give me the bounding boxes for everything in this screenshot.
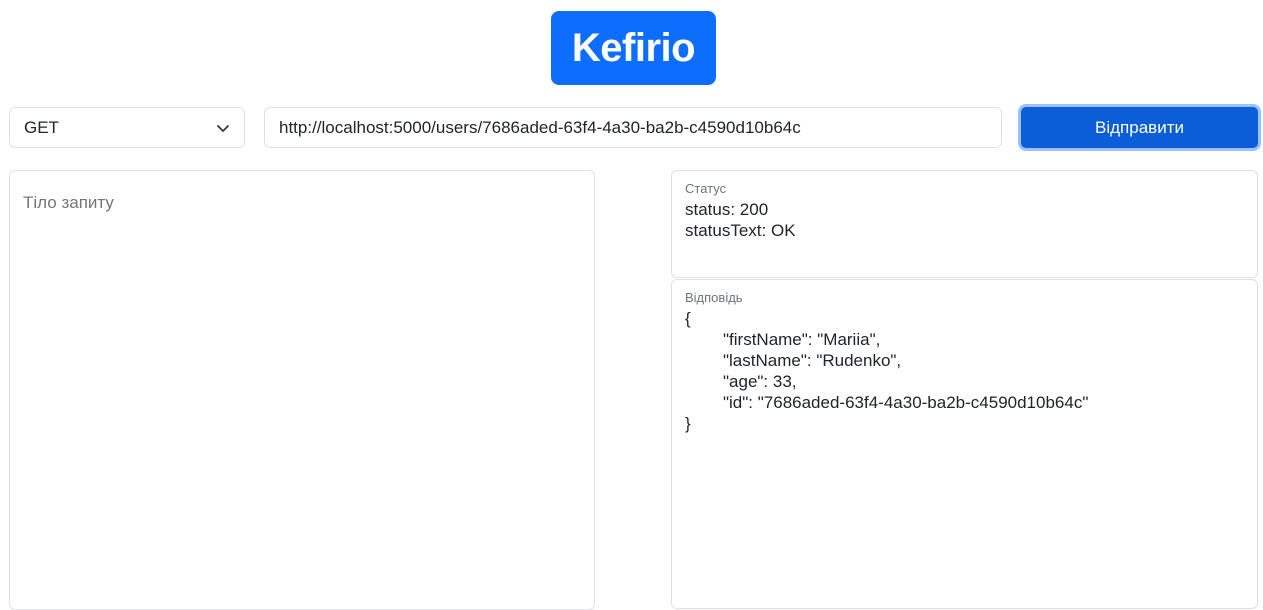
- response-panel: Відповідь { "firstName": "Mariia", "last…: [671, 279, 1258, 609]
- json-open-brace: {: [685, 309, 691, 328]
- status-code: status: 200: [685, 200, 769, 219]
- json-line: "age": 33,: [723, 372, 797, 391]
- app-logo: Kefirio: [551, 11, 716, 85]
- json-line: "lastName": "Rudenko",: [723, 351, 902, 370]
- json-line: "firstName": "Mariia",: [723, 330, 881, 349]
- response-label: Відповідь: [685, 290, 743, 305]
- chevron-down-icon: [216, 121, 230, 135]
- status-text: statusText: OK: [685, 221, 796, 240]
- json-line: "id": "7686aded-63f4-4a30-ba2b-c4590d10b…: [723, 393, 1089, 412]
- send-button[interactable]: Відправити: [1018, 104, 1261, 151]
- request-body-input[interactable]: [9, 170, 595, 610]
- url-input[interactable]: [264, 107, 1002, 148]
- json-close-brace: }: [685, 414, 691, 433]
- status-label: Статус: [685, 181, 727, 196]
- method-select[interactable]: GET: [9, 107, 245, 148]
- method-select-value: GET: [24, 117, 59, 137]
- status-panel: Статус status: 200 statusText: OK: [671, 170, 1258, 278]
